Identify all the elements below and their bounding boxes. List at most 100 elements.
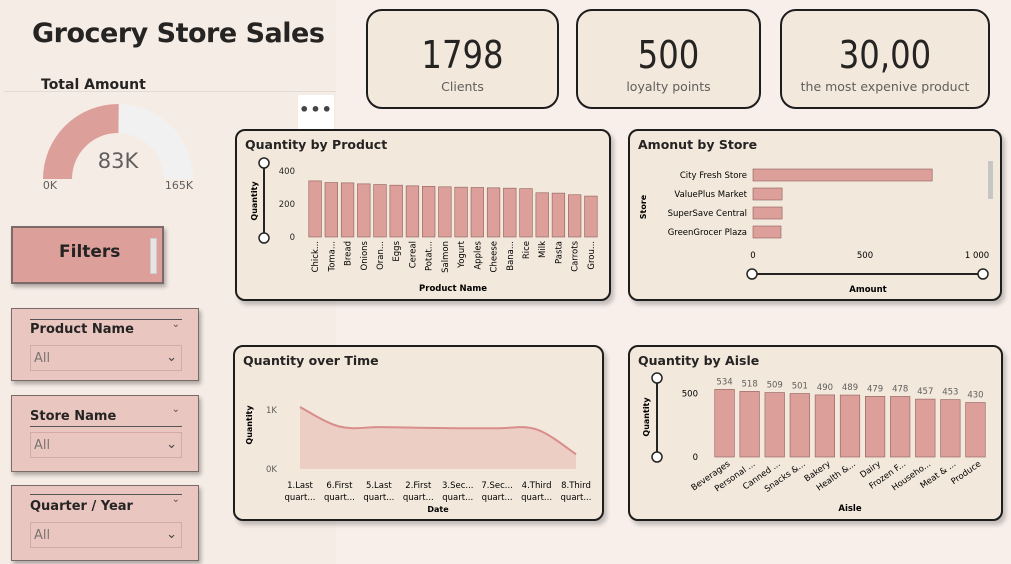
chart-amount-by-store: Amonut by Store Store City Fresh Store Val… — [628, 129, 1002, 301]
bar — [714, 389, 735, 458]
kpi-card-loyalty: 500 loyalty points — [576, 9, 761, 109]
x-tick-label: Toma... — [327, 241, 337, 273]
bar — [940, 399, 961, 458]
slicer-dropdown[interactable]: All ⌄ — [30, 432, 182, 458]
slicer-value: All — [34, 351, 51, 366]
slider-handle-right — [977, 268, 989, 280]
data-label: 509 — [767, 381, 783, 391]
chart-svg: Quantity 1K 0K 1.Last quart... 6.First quart..… — [245, 405, 592, 514]
bar — [535, 192, 549, 238]
bar — [470, 187, 484, 238]
x-tick-label: quart... — [561, 493, 592, 503]
chevron-down-icon: ⌄ — [166, 527, 177, 542]
x-tick-label: Salmon — [441, 241, 451, 273]
x-tick-label: 3.Sec... — [442, 481, 474, 491]
data-label: 479 — [867, 384, 883, 394]
x-tick-label: Bana... — [506, 241, 516, 271]
x-tick-label: Bread — [344, 241, 354, 266]
page-title: Grocery Store Sales — [32, 18, 325, 49]
data-label: 518 — [742, 379, 758, 389]
kpi-card-expensive-product: 30,00 the most expenive product — [780, 9, 990, 109]
y-tick-label: 0 — [290, 233, 295, 243]
x-tick-label: Rice — [522, 241, 532, 259]
bar — [752, 206, 783, 220]
x-tick-label: quart... — [521, 493, 552, 503]
chevron-down-icon[interactable]: ⌄ — [172, 494, 180, 505]
data-label: 501 — [792, 382, 808, 392]
gauge-min: 0K — [43, 179, 58, 192]
x-tick-label: Chick... — [311, 241, 321, 272]
bar — [503, 187, 517, 238]
chevron-down-icon: ⌄ — [166, 437, 177, 452]
bar — [389, 184, 403, 238]
slicer-product-name: ⌄ Product Name All ⌄ — [11, 308, 199, 381]
x-axis-label: Aisle — [838, 504, 861, 514]
slicer-dropdown[interactable]: All ⌄ — [30, 522, 182, 548]
x-tick-label: 5.Last — [366, 481, 392, 491]
x-tick-label: Cheese — [490, 241, 500, 272]
slicer-title: Product Name — [30, 322, 134, 337]
y-axis-label: Quantity — [250, 181, 259, 221]
bar — [519, 188, 533, 238]
bar — [324, 182, 338, 238]
filters-scroll-handle — [150, 238, 157, 274]
bar — [865, 396, 886, 458]
x-tick-label: Grou... — [587, 241, 597, 270]
x-tick-label: Milk — [538, 241, 548, 258]
x-tick-label: 1.Last — [287, 481, 313, 491]
slicer-store-name: ⌄ Store Name All ⌄ — [11, 395, 199, 472]
slider-handle-bottom — [651, 451, 663, 463]
bar — [739, 391, 760, 458]
bar — [752, 225, 782, 239]
bar — [438, 186, 452, 238]
bar — [584, 195, 598, 238]
slicer-dropdown[interactable]: All ⌄ — [30, 345, 182, 371]
scrollbar-thumb — [988, 161, 993, 199]
kpi-label: the most expenive product — [800, 79, 970, 94]
data-label: 457 — [917, 387, 933, 397]
chevron-down-icon[interactable]: ⌄ — [172, 319, 180, 330]
bar — [308, 180, 322, 238]
x-tick-label: Pasta — [554, 241, 564, 264]
data-label: 490 — [817, 383, 833, 393]
x-tick-label: 2.First — [405, 481, 432, 491]
bar — [789, 393, 810, 458]
slider-handle-bottom — [258, 232, 270, 244]
slicer-header-line — [30, 494, 182, 495]
kpi-value: 30,00 — [838, 33, 932, 77]
y-tick-label: 0 — [693, 453, 698, 463]
slider-handle-left — [746, 268, 758, 280]
x-tick-label: 500 — [857, 251, 873, 261]
x-tick-label: Carrots — [571, 240, 581, 271]
bar — [965, 402, 986, 458]
y-tick-label: City Fresh Store — [680, 171, 747, 181]
chevron-down-icon: ⌄ — [166, 350, 177, 365]
bar — [405, 185, 420, 238]
x-axis-label: Date — [427, 505, 449, 514]
y-tick-label: 500 — [682, 390, 698, 400]
x-tick-label: 6.First — [326, 481, 353, 491]
x-tick-label: 7.Sec... — [481, 481, 513, 491]
chevron-down-icon[interactable]: ⌄ — [172, 404, 180, 415]
filters-label: Filters — [59, 242, 121, 262]
x-tick-label: 4.Third — [522, 481, 552, 491]
x-tick-label: Oran... — [376, 241, 386, 270]
x-tick-label: Eggs — [392, 240, 402, 261]
chart-quantity-by-product: Quantity by Product Quantity 400 200 0 Chick… — [235, 129, 611, 301]
kpi-value: 1798 — [421, 33, 504, 77]
x-tick-label: quart... — [482, 493, 513, 503]
chart-quantity-over-time: Quantity over Time Quantity 1K 0K 1.Last qua… — [233, 345, 604, 521]
filters-button[interactable]: Filters — [11, 226, 164, 284]
bar — [486, 187, 501, 238]
bar — [764, 392, 785, 458]
chart-svg: Quantity 400 200 0 Chick... Toma... Bread Onion… — [250, 157, 598, 294]
x-tick-label: quart... — [324, 493, 355, 503]
gauge-value: 83K — [98, 149, 140, 173]
y-tick-label: ValuePlus Market — [674, 190, 747, 200]
kpi-card-clients: 1798 Clients — [366, 9, 559, 109]
more-options-button[interactable]: ••• — [298, 95, 334, 129]
y-axis-label: Quantity — [642, 397, 651, 437]
y-tick-label: 400 — [279, 167, 295, 177]
bar — [839, 394, 861, 458]
x-tick-label: 8.Third — [561, 481, 591, 491]
